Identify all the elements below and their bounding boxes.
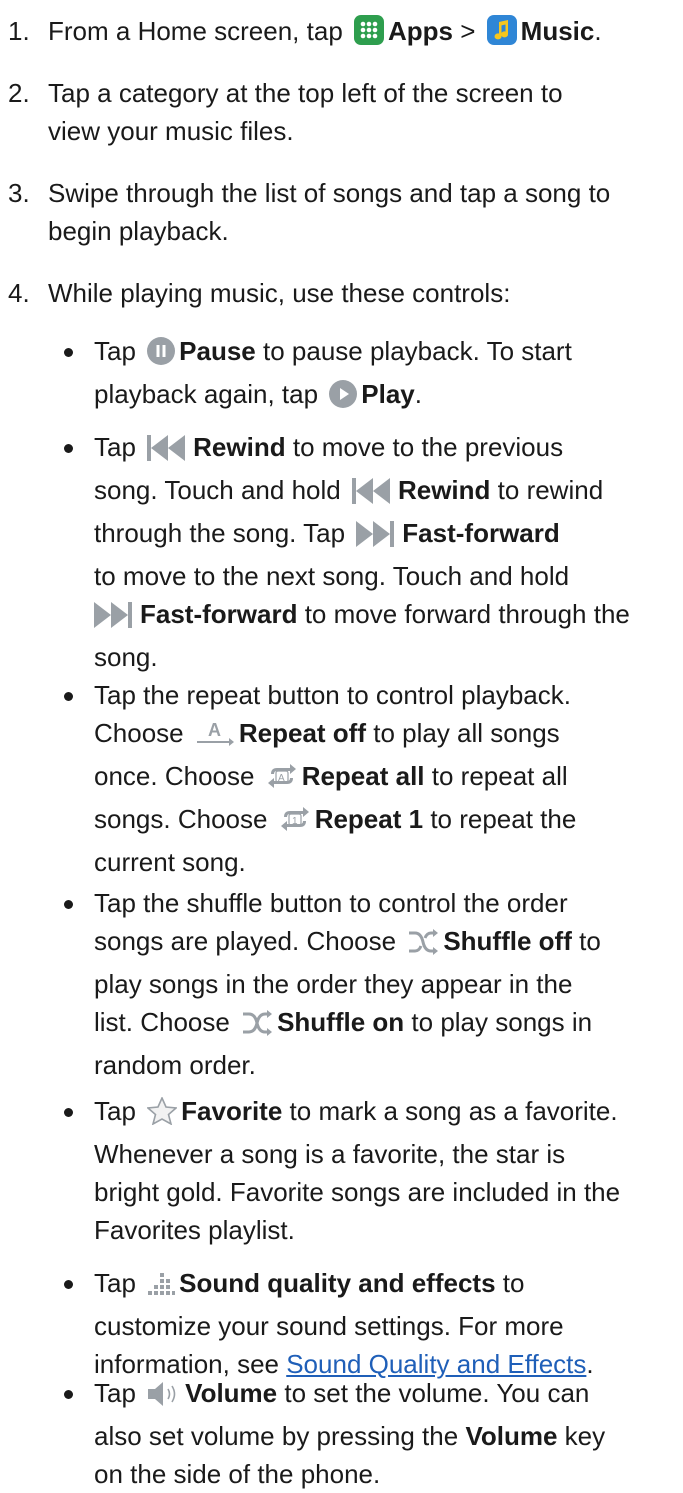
bullet-dot (64, 692, 73, 701)
bullet-dot (64, 1280, 73, 1289)
step-line: begin playback. (48, 216, 229, 246)
text: song. Touch and hold (94, 475, 341, 505)
text: to set the volume. You can (284, 1378, 590, 1408)
text: songs are played. Choose (94, 926, 397, 956)
text: Choose (94, 718, 184, 748)
text: Tap (94, 1096, 136, 1126)
favorite-star-icon (146, 1096, 179, 1135)
shuffle-off-icon (407, 927, 439, 965)
step-number: 1. (8, 16, 30, 46)
repeat-1-glyph: 1 (292, 816, 298, 827)
repeat-all-icon: A (266, 762, 298, 800)
bullet-dot (64, 900, 73, 909)
text: Tap the repeat button to control playbac… (94, 680, 571, 710)
text: through the song. Tap (94, 518, 346, 548)
step-line: view your music files. (48, 116, 294, 146)
text: playback again, tap (94, 379, 319, 409)
step-line: Tap a category at the top left of the sc… (48, 78, 563, 108)
apps-icon (354, 15, 385, 55)
sound-effects-label: Sound quality and effects (179, 1268, 496, 1298)
repeat-off-glyph: A (208, 720, 221, 740)
bullet-dot (64, 1390, 73, 1399)
pause-label: Pause (179, 336, 256, 366)
text: to play all songs (373, 718, 560, 748)
text: Tap the shuffle button to control the or… (94, 888, 568, 918)
fast-forward-label: Fast-forward (140, 599, 298, 629)
text: Tap (94, 336, 136, 366)
text: to move forward through the (304, 599, 630, 629)
step-text: From a Home screen, tap (48, 16, 343, 46)
step-line: Swipe through the list of songs and tap … (48, 178, 611, 208)
play-icon (329, 380, 358, 418)
text: play songs in the order they appear in t… (94, 969, 573, 999)
text: to repeat all (431, 761, 568, 791)
text: Tap (94, 432, 136, 462)
step-line: While playing music, use these controls: (48, 278, 511, 308)
step-number: 3. (8, 178, 30, 208)
rewind-icon (351, 476, 394, 514)
favorite-label: Favorite (181, 1096, 283, 1126)
volume-icon (147, 1379, 181, 1417)
rewind-icon (147, 433, 189, 471)
step-number: 4. (8, 278, 30, 308)
play-label: Play (361, 379, 415, 409)
text: to rewind (497, 475, 604, 505)
music-icon (486, 15, 517, 55)
fast-forward-label: Fast-forward (402, 518, 560, 548)
pause-icon (147, 337, 176, 375)
step-number: 2. (8, 78, 30, 108)
step-end-punct: . (594, 16, 602, 46)
text: once. Choose (94, 761, 255, 791)
text: Tap (94, 1268, 136, 1298)
text: on the side of the phone. (94, 1459, 381, 1489)
repeat-off-label: Repeat off (238, 718, 366, 748)
text: list. Choose (94, 1007, 230, 1037)
text: also set volume by pressing the (94, 1421, 459, 1451)
text: to (502, 1268, 525, 1298)
bullet-dot (64, 444, 73, 453)
apps-label: Apps (388, 16, 454, 46)
text: to play songs in (411, 1007, 593, 1037)
repeat-all-label: Repeat all (301, 761, 425, 791)
repeat-1-label: Repeat 1 (314, 804, 424, 834)
repeat-1-icon: 1 (279, 805, 311, 843)
text: to pause playback. To start (263, 336, 572, 366)
text: current song. (94, 847, 246, 877)
separator: > (460, 16, 476, 46)
text: Tap (94, 1378, 136, 1408)
music-label: Music (520, 16, 595, 46)
text: song. (94, 642, 158, 672)
rewind-label: Rewind (397, 475, 491, 505)
fast-forward-icon (356, 519, 398, 557)
text: bright gold. Favorite songs are included… (94, 1177, 621, 1207)
text: to (579, 926, 601, 956)
fast-forward-icon (94, 600, 136, 638)
rewind-label: Rewind (193, 432, 286, 462)
text: random order. (94, 1050, 256, 1080)
volume-key-label: Volume (465, 1421, 558, 1451)
text: customize your sound settings. For more (94, 1311, 564, 1341)
text: key (564, 1421, 606, 1451)
repeat-off-icon: A (195, 719, 235, 757)
text: songs. Choose (94, 804, 268, 834)
text: to mark a song as a favorite. (289, 1096, 618, 1126)
text: Whenever a song is a favorite, the star … (94, 1139, 566, 1169)
shuffle-on-label: Shuffle on (277, 1007, 405, 1037)
text: to move to the previous (292, 432, 564, 462)
bullet-dot (64, 348, 73, 357)
shuffle-off-label: Shuffle off (443, 926, 572, 956)
shuffle-on-icon (241, 1008, 273, 1046)
repeat-all-glyph: A (278, 773, 285, 784)
sound-effects-icon (147, 1269, 176, 1307)
text: . (414, 379, 423, 409)
text: to move to the next song. Touch and hold (94, 561, 570, 591)
text: to repeat the (430, 804, 577, 834)
text: Favorites playlist. (94, 1215, 295, 1245)
bullet-dot (64, 1108, 73, 1117)
volume-label: Volume (185, 1378, 278, 1408)
